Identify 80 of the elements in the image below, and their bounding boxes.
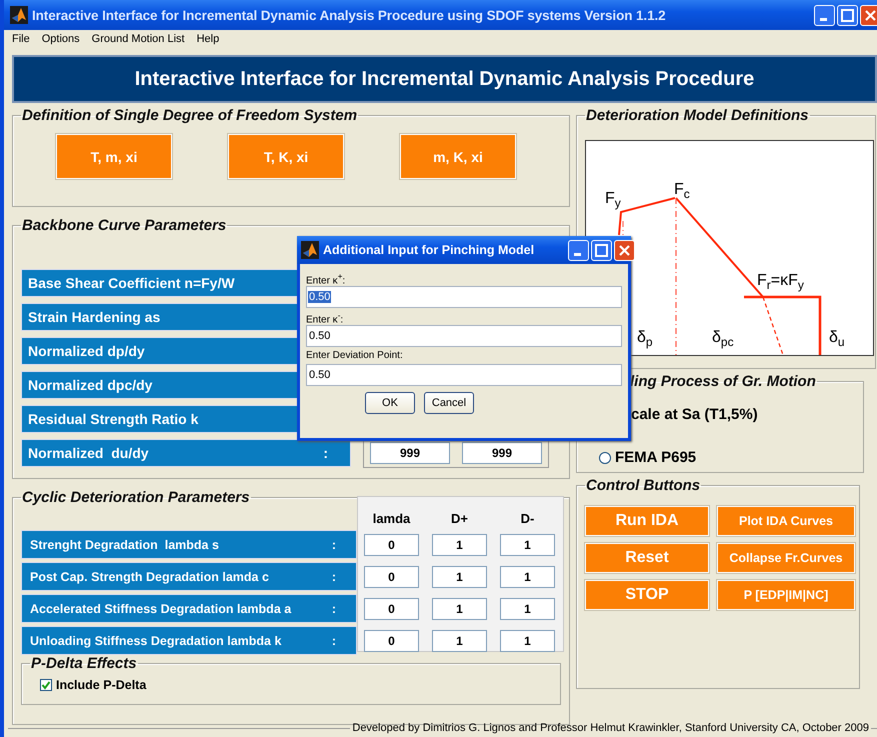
parameter-label: Strain Hardening as <box>28 309 160 325</box>
field-label: Enter κ$^{-}$: <box>306 311 344 324</box>
parameter-label: Normalized dp/dy <box>28 343 145 359</box>
value-field[interactable]: 1 <box>500 534 555 556</box>
panel-title: ling Process of Gr. Motion <box>629 373 817 390</box>
checkbox[interactable] <box>40 679 52 691</box>
colon-text: : <box>332 602 336 616</box>
column-header: D+ <box>450 510 469 526</box>
value-field[interactable]: 1 <box>432 534 487 556</box>
close-button[interactable] <box>860 4 877 26</box>
diagram-label: F$_{r}$=κF$_{y}$ <box>757 272 804 292</box>
maximize-button[interactable] <box>837 4 858 26</box>
checkbox-label: Include P-Delta <box>56 678 146 692</box>
field-label: Enter Deviation Point: <box>306 350 404 363</box>
panel-title: P-Delta Effects <box>30 655 138 672</box>
colon-text: : <box>332 538 336 552</box>
value-field[interactable]: 999 <box>462 442 542 464</box>
window-title: Interactive Interface for Incremental Dynamic Analysis Procedure using SDOF systems Version 1.1.2 <box>32 8 667 22</box>
maximize-button[interactable] <box>591 240 612 260</box>
colon-text: : <box>332 570 336 584</box>
option-label: FEMA P695 <box>615 449 696 466</box>
input-field[interactable]: 0.50 <box>306 286 622 308</box>
diagram-label: δ$_{p}$ <box>637 329 653 350</box>
dialog-button[interactable]: Cancel <box>424 392 474 414</box>
banner-title: Interactive Interface for Incremental Dynamic Analysis Procedure <box>12 55 877 103</box>
diagram-label: δ$_{pc}$ <box>712 329 734 350</box>
radio-button[interactable] <box>599 452 611 464</box>
panel-title: Deterioration Model Definitions <box>585 107 810 124</box>
minimize-icon <box>820 18 827 20</box>
diagram-label: F$_{y}$ <box>605 190 621 210</box>
panel-title: Definition of Single Degree of Freedom System <box>21 107 358 124</box>
parameter-label: Normalized dpc/dy <box>28 377 152 393</box>
close-button[interactable] <box>614 240 635 260</box>
colon-text: : <box>323 445 328 461</box>
credits-text: Developed by Dimitrios G. Lignos and Professor Helmut Krawinkler, Stanford University CA, October 2009 <box>351 722 870 734</box>
input-field[interactable]: 0.50 <box>306 325 622 347</box>
value-field[interactable]: 1 <box>500 630 555 652</box>
dialog-title: Additional Input for Pinching Model <box>323 243 536 257</box>
value-field[interactable]: 0 <box>364 598 419 620</box>
colon-text: : <box>332 634 336 648</box>
app-logo-icon <box>301 241 319 259</box>
panel-title: Cyclic Deterioration Parameters <box>21 489 251 506</box>
value-field[interactable]: 1 <box>432 598 487 620</box>
close-icon <box>618 244 630 256</box>
panel-title: Backbone Curve Parameters <box>21 217 228 234</box>
column-header: D- <box>520 510 536 526</box>
value-field[interactable]: 0 <box>364 566 419 588</box>
parameter-label: Unloading Stiffness Degradation lambda k <box>30 634 282 648</box>
minimize-button[interactable] <box>568 240 589 260</box>
value-field[interactable]: 999 <box>370 442 450 464</box>
menu-item[interactable]: Help <box>196 33 220 45</box>
app-logo-icon <box>10 6 28 24</box>
value-field[interactable]: 1 <box>500 598 555 620</box>
menu-item[interactable]: File <box>12 33 30 45</box>
dialog-button[interactable]: OK <box>365 392 415 414</box>
column-header: lamda <box>372 510 412 526</box>
parameter-label: Strenght Degradation lambda s <box>30 538 219 552</box>
close-icon <box>864 9 876 21</box>
value-field[interactable]: 0 <box>364 630 419 652</box>
parameter-label: Base Shear Coefficient n=Fy/W <box>28 275 235 291</box>
minimize-icon <box>574 252 581 256</box>
value-field[interactable]: 1 <box>432 566 487 588</box>
parameter-label: Normalized du/dy <box>28 445 149 461</box>
input-field[interactable]: 0.50 <box>306 364 622 386</box>
panel-title: Control Buttons <box>585 477 702 494</box>
parameter-label: Accelerated Stiffness Degradation lambda a <box>30 602 292 616</box>
parameter-label: Residual Strength Ratio k <box>28 411 198 427</box>
option-label: cale at Sa (T1,5%) <box>631 406 758 423</box>
maximize-icon <box>841 8 854 22</box>
value-field[interactable]: 1 <box>500 566 555 588</box>
minimize-button[interactable] <box>814 4 835 26</box>
diagram-label: δ$_{u}$ <box>829 329 845 350</box>
menu-item[interactable]: Ground Motion List <box>92 33 185 45</box>
maximize-icon <box>595 244 608 256</box>
diagram-label: F$_{c}$ <box>674 181 690 202</box>
parameter-label: Post Cap. Strength Degradation lamda c <box>30 570 269 584</box>
menu-item[interactable]: Options <box>42 33 80 45</box>
field-label: Enter κ$^{+}$: <box>306 272 346 285</box>
value-field[interactable]: 0 <box>364 534 419 556</box>
value-field[interactable]: 1 <box>432 630 487 652</box>
